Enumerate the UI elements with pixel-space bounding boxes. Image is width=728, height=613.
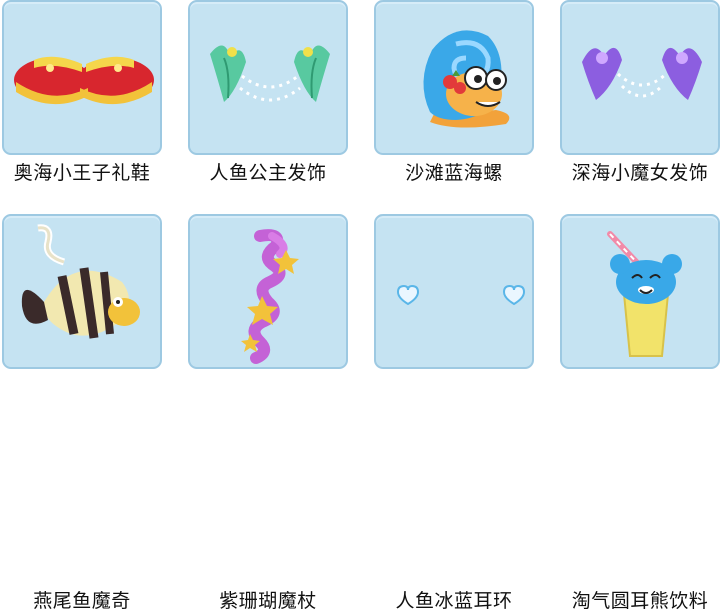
seaweed-hair-ornament-icon [210, 45, 330, 102]
item-tile[interactable] [188, 0, 348, 155]
item-tile[interactable] [560, 214, 720, 369]
striped-fish-icon [21, 224, 140, 339]
coral-wand-icon [241, 229, 299, 364]
item-tile[interactable] [2, 214, 162, 369]
item-tile[interactable] [188, 214, 348, 369]
item-tile[interactable] [560, 0, 720, 155]
item-label: 沙滩蓝海螺 [405, 162, 503, 184]
red-shoes-icon [14, 56, 154, 105]
purple-coral-hair-ornament-icon [582, 47, 702, 100]
item-label: 淘气圆耳熊饮料 [571, 590, 709, 612]
item-label: 深海小魔女发饰 [571, 162, 709, 184]
item-label: 燕尾鱼魔奇 [33, 590, 131, 612]
item-label: 人鱼冰蓝耳环 [395, 590, 513, 612]
item-tile[interactable] [2, 0, 162, 155]
item-label: 奥海小王子礼鞋 [13, 162, 151, 184]
item-tile[interactable] [374, 0, 534, 155]
item-label: 人鱼公主发饰 [209, 162, 327, 184]
item-label: 紫珊瑚魔杖 [219, 590, 317, 612]
bear-cup-drink-icon [607, 231, 682, 357]
blue-snail-icon [423, 30, 510, 128]
item-tile[interactable] [374, 214, 534, 369]
item-grid: 奥海小王子礼鞋 人鱼公主发饰 沙滩蓝海螺 深海小魔女发饰 燕尾鱼魔奇 紫珊瑚魔杖… [0, 0, 728, 612]
heart-earrings-icon [396, 284, 526, 306]
